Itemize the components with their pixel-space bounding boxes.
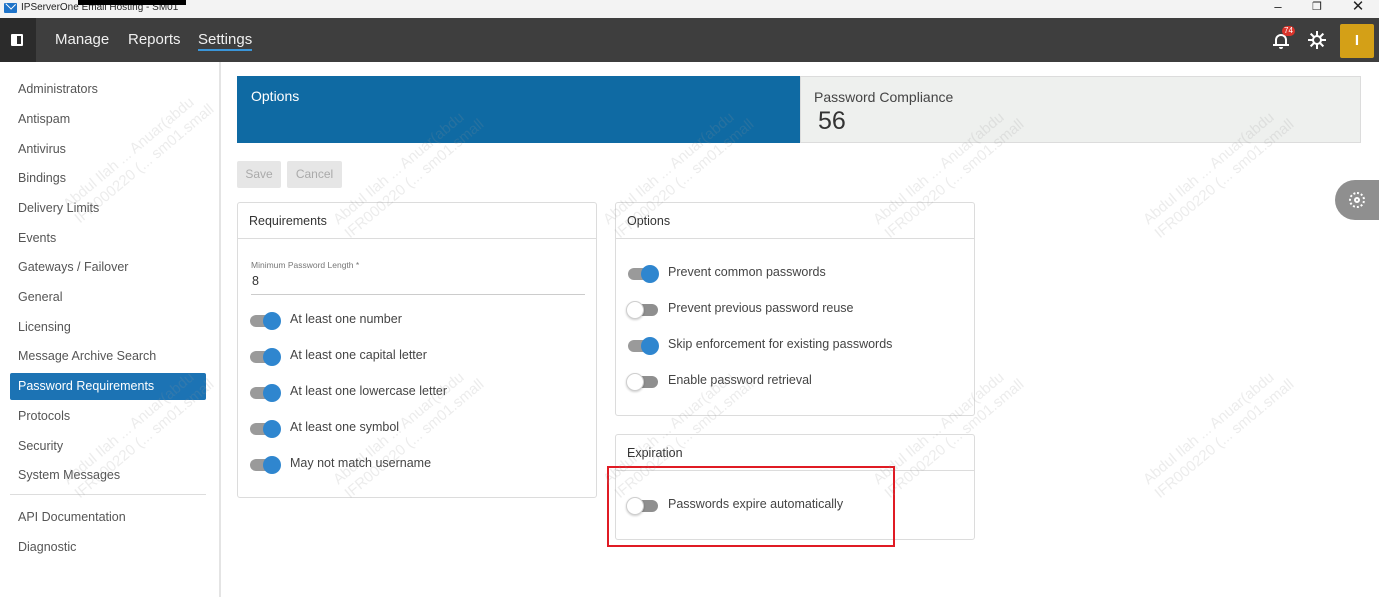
sidebar-item-password-requirements[interactable]: Password Requirements [10, 373, 206, 400]
min-length-input[interactable]: 8 [252, 274, 259, 288]
toggle-label: Prevent common passwords [668, 265, 826, 279]
min-length-label: Minimum Password Length * [251, 260, 360, 270]
sidebar-item-antivirus[interactable]: Antivirus [10, 136, 206, 163]
sidebar-item-api-documentation[interactable]: API Documentation [10, 504, 206, 531]
requirements-panel: Requirements Minimum Password Length * 8… [237, 202, 597, 498]
switch[interactable] [628, 265, 659, 283]
sidebar-divider [10, 494, 206, 495]
redaction-bar [78, 0, 186, 5]
sidebar-item-delivery-limits[interactable]: Delivery Limits [10, 195, 206, 222]
window-titlebar: IPServerOne Email Hosting - SM01 – ❐ ✕ [0, 0, 1379, 18]
min-length-underline [251, 294, 585, 295]
watermark-line: IFR000220 (... sm01.small [1151, 375, 1298, 502]
options-title: Options [616, 203, 974, 239]
switch[interactable] [250, 348, 281, 366]
settings-sidebar: Administrators Antispam Antivirus Bindin… [0, 62, 221, 597]
user-avatar[interactable]: I [1340, 24, 1374, 58]
sidebar-item-administrators[interactable]: Administrators [10, 76, 206, 103]
switch[interactable] [250, 312, 281, 330]
notification-badge: 74 [1282, 26, 1295, 36]
settings-fab[interactable] [1335, 180, 1379, 220]
sidebar-toggle-button[interactable] [0, 18, 36, 62]
tab-options[interactable]: Options [237, 76, 800, 143]
sidebar-item-protocols[interactable]: Protocols [10, 403, 206, 430]
toggle-label: At least one lowercase letter [290, 384, 448, 398]
theme-sun-icon[interactable] [1308, 31, 1326, 49]
toggle-label: Prevent previous password reuse [668, 301, 854, 315]
nav-reports[interactable]: Reports [128, 31, 181, 48]
sidebar-item-system-messages[interactable]: System Messages [10, 462, 206, 489]
toggle-label: At least one symbol [290, 420, 400, 434]
close-button[interactable]: ✕ [1343, 0, 1373, 16]
switch[interactable] [250, 420, 281, 438]
switch[interactable] [628, 337, 659, 355]
panel-toggle-icon [11, 34, 23, 46]
sidebar-item-general[interactable]: General [10, 284, 206, 311]
minimize-button[interactable]: – [1263, 0, 1293, 16]
nav-settings[interactable]: Settings [198, 31, 253, 51]
sidebar-item-licensing[interactable]: Licensing [10, 314, 206, 341]
watermark-line: Abdul Ilah ... Anuar(abdu [1140, 368, 1278, 489]
toggle-label: May not match username [290, 456, 432, 470]
sidebar-item-diagnostic[interactable]: Diagnostic [10, 534, 206, 561]
nav-manage[interactable]: Manage [55, 31, 109, 48]
save-button[interactable]: Save [237, 161, 281, 188]
sidebar-item-message-archive-search[interactable]: Message Archive Search [10, 343, 206, 370]
switch[interactable] [626, 301, 658, 319]
toggle-label: Skip enforcement for existing passwords [668, 337, 893, 351]
sidebar-item-gateways-failover[interactable]: Gateways / Failover [10, 254, 206, 281]
annotation-highlight-box [607, 466, 895, 547]
requirements-title: Requirements [238, 203, 596, 239]
watermark: Abdul Ilah ... Anuar(abduIFR000220 (... … [1140, 362, 1298, 503]
toggle-label: Enable password retrieval [668, 373, 812, 387]
toggle-label: At least one capital letter [290, 348, 427, 362]
options-panel: Options Prevent common passwords Prevent… [615, 202, 975, 416]
switch[interactable] [250, 384, 281, 402]
compliance-label: Password Compliance [814, 89, 954, 105]
sidebar-item-antispam[interactable]: Antispam [10, 106, 206, 133]
switch[interactable] [626, 373, 658, 391]
sidebar-item-bindings[interactable]: Bindings [10, 165, 206, 192]
sidebar-item-events[interactable]: Events [10, 225, 206, 252]
tab-password-compliance[interactable]: Password Compliance 56 [800, 76, 1361, 143]
mail-icon [4, 3, 17, 13]
cancel-button[interactable]: Cancel [287, 161, 342, 188]
compliance-count: 56 [818, 107, 846, 135]
restore-button[interactable]: ❐ [1302, 0, 1332, 16]
tab-options-label: Options [251, 88, 300, 104]
top-navbar: Manage Reports Settings 74 [0, 18, 1379, 62]
toggle-label: At least one number [290, 312, 402, 326]
switch[interactable] [250, 456, 281, 474]
sidebar-item-security[interactable]: Security [10, 433, 206, 460]
